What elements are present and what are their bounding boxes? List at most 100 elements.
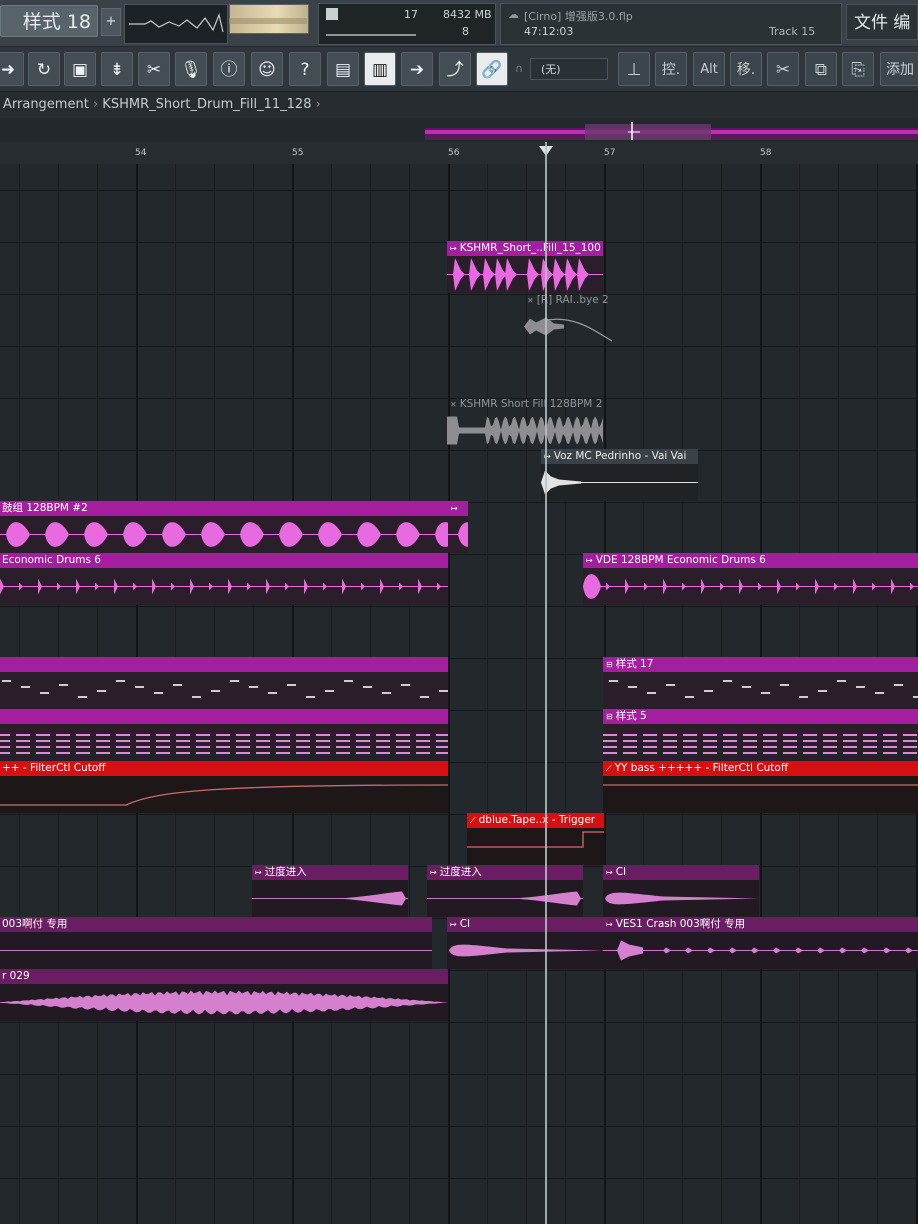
- clip-filter-left[interactable]: ++ - FilterCtl Cutoff: [0, 761, 448, 813]
- control-button[interactable]: 控.: [655, 52, 687, 86]
- clip-label: ++ - FilterCtl Cutoff: [2, 762, 106, 774]
- file-menu[interactable]: 文件 编辑: [846, 4, 918, 69]
- clip-transition-1[interactable]: ↦ 过度进入: [252, 865, 408, 917]
- clip-economic-left[interactable]: Economic Drums 6: [0, 553, 448, 605]
- clip-pattern-left-2[interactable]: [0, 709, 448, 761]
- bar-number: 56: [448, 148, 460, 158]
- microphone-icon[interactable]: 🎙: [175, 52, 207, 86]
- clip-kshmr-fill-26[interactable]: ✕ KSHMR Short Fill 128BPM 26: [447, 397, 603, 449]
- bar-number: 57: [604, 148, 616, 158]
- clip-header[interactable]: ↦ KSHMR_Short_..Fill_15_100: [447, 241, 603, 256]
- grid-beat-line: [487, 164, 488, 1224]
- playlist-overview[interactable]: [0, 118, 918, 142]
- clip-label: [R] RAI..bye 2: [536, 294, 609, 306]
- clip-waveform: [524, 317, 612, 342]
- copy-icon[interactable]: ⧉: [805, 52, 837, 86]
- cut-icon[interactable]: ✂: [767, 52, 799, 86]
- clip-r029[interactable]: r 029: [0, 969, 448, 1021]
- clip-crash-left[interactable]: 003啊付 专用: [0, 917, 432, 969]
- clip-rai-bye[interactable]: ✕ [R] RAI..bye 2: [524, 293, 612, 345]
- project-time: 47:12:03: [524, 25, 574, 38]
- clip-body: [0, 984, 448, 1021]
- clip-economic-right[interactable]: ↦ VDE 128BPM Economic Drums 6: [583, 553, 918, 605]
- clip-header[interactable]: 鼓组 128BPM #2: [0, 501, 448, 516]
- master-level-meter-fill: [229, 18, 307, 24]
- clip-header[interactable]: ✕ KSHMR Short Fill 128BPM 26: [447, 397, 603, 412]
- clip-label: dblue.Tape..x - Trigger: [478, 814, 596, 826]
- next-icon[interactable]: ➔: [401, 52, 433, 86]
- clip-label: r 029: [2, 970, 30, 982]
- clip-waveform: [447, 258, 603, 291]
- clip-body: [0, 568, 448, 605]
- add-button[interactable]: 添加: [880, 52, 918, 86]
- clip-header[interactable]: ↦ 过度进入: [427, 865, 583, 880]
- clip-voz-mc[interactable]: ↦ Voz MC Pedrinho - Vai Vai: [541, 449, 698, 501]
- move-button[interactable]: 移.: [730, 52, 762, 86]
- snap-selector[interactable]: (无): [530, 58, 608, 80]
- breadcrumb-root[interactable]: Arrangement: [3, 97, 89, 112]
- clip-body: [524, 308, 612, 345]
- clip-header[interactable]: ++ - FilterCtl Cutoff: [0, 761, 448, 776]
- clip-waveform: [448, 522, 468, 547]
- refresh-icon[interactable]: ↻: [28, 52, 60, 86]
- breadcrumb-end: ›: [315, 97, 321, 112]
- magnet-icon: ∩: [515, 62, 524, 75]
- clip-header[interactable]: ⟋ dblue.Tape..x - Trigger: [467, 813, 604, 828]
- clip-header[interactable]: ⟋ YY bass +++++ - FilterCtl Cutoff: [603, 761, 918, 776]
- render-icon[interactable]: ⇟: [101, 52, 133, 86]
- clip-header[interactable]: ⊟ 样式 17: [603, 657, 918, 672]
- clip-header[interactable]: 003啊付 专用: [0, 917, 432, 932]
- clip-header[interactable]: ✕ [R] RAI..bye 2: [524, 293, 612, 308]
- curve-icon[interactable]: ⤴: [439, 52, 471, 86]
- alt-button[interactable]: Alt: [693, 52, 725, 86]
- clip-waveform: [603, 784, 918, 786]
- paste-icon[interactable]: ⎘: [842, 52, 874, 86]
- clip-body: [0, 672, 448, 709]
- add-pattern-button[interactable]: +: [101, 8, 121, 36]
- clip-ci-2[interactable]: ↦ CI: [447, 917, 603, 969]
- clip-type-icon: ⟋: [606, 764, 612, 773]
- clip-header[interactable]: ↦: [448, 501, 468, 516]
- clip-waveform: [2, 680, 448, 698]
- stamp-icon[interactable]: ⊥: [618, 52, 650, 86]
- clip-header[interactable]: ↦ VES1 Crash 003啊付 专用: [603, 917, 918, 932]
- clip-drum-group[interactable]: 鼓组 128BPM #2: [0, 501, 448, 553]
- clip-header[interactable]: ⊟ 样式 5: [603, 709, 918, 724]
- clip-crash-right[interactable]: ↦ VES1 Crash 003啊付 专用: [603, 917, 918, 969]
- clip-type-icon: ↦: [450, 244, 457, 253]
- clip-pattern-17[interactable]: ⊟ 样式 17: [603, 657, 918, 709]
- clip-header[interactable]: ↦ CI: [447, 917, 603, 932]
- help-icon[interactable]: ?: [289, 52, 321, 86]
- link-icon[interactable]: 🔗: [476, 52, 508, 86]
- clip-transition-2[interactable]: ↦ 过度进入: [427, 865, 583, 917]
- clip-header[interactable]: Economic Drums 6: [0, 553, 448, 568]
- clip-header[interactable]: [0, 709, 448, 724]
- bar-number: 54: [135, 148, 147, 158]
- clip-header[interactable]: ↦ Voz MC Pedrinho - Vai Vai: [541, 449, 698, 464]
- clip-waveform: [609, 680, 918, 698]
- clip-header[interactable]: [0, 657, 448, 672]
- info-icon[interactable]: ⓘ: [213, 52, 245, 86]
- clip-filter-right[interactable]: ⟋ YY bass +++++ - FilterCtl Cutoff: [603, 761, 918, 813]
- clip-body: [447, 256, 603, 293]
- clip-drum-group-small[interactable]: ↦: [448, 501, 468, 553]
- clip-waveform: [603, 940, 918, 961]
- save-icon[interactable]: ▣: [64, 52, 96, 86]
- clip-header[interactable]: ↦ 过度进入: [252, 865, 408, 880]
- arrow-icon[interactable]: ➜: [0, 52, 24, 86]
- clip-header[interactable]: ↦ CI: [603, 865, 759, 880]
- clip-header[interactable]: ↦ VDE 128BPM Economic Drums 6: [583, 553, 918, 568]
- clip-ci-1[interactable]: ↦ CI: [603, 865, 759, 917]
- clip-pattern-left-1[interactable]: [0, 657, 448, 709]
- pattern-selector[interactable]: 样式 18: [0, 5, 98, 37]
- clip-header[interactable]: r 029: [0, 969, 448, 984]
- piano-roll-icon[interactable]: ▥: [364, 52, 396, 86]
- clip-body: [448, 516, 468, 553]
- clip-pattern-5[interactable]: ⊟ 样式 5: [603, 709, 918, 761]
- window-icon[interactable]: ▤: [327, 52, 359, 86]
- scissors-icon[interactable]: ✂: [138, 52, 170, 86]
- clip-kshmr-fill-15[interactable]: ↦ KSHMR_Short_..Fill_15_100: [447, 241, 603, 293]
- breadcrumb-item[interactable]: KSHMR_Short_Drum_Fill_11_128: [102, 97, 311, 112]
- chat-icon[interactable]: ☺: [251, 52, 283, 86]
- clip-dblue-trigger[interactable]: ⟋ dblue.Tape..x - Trigger: [467, 813, 604, 865]
